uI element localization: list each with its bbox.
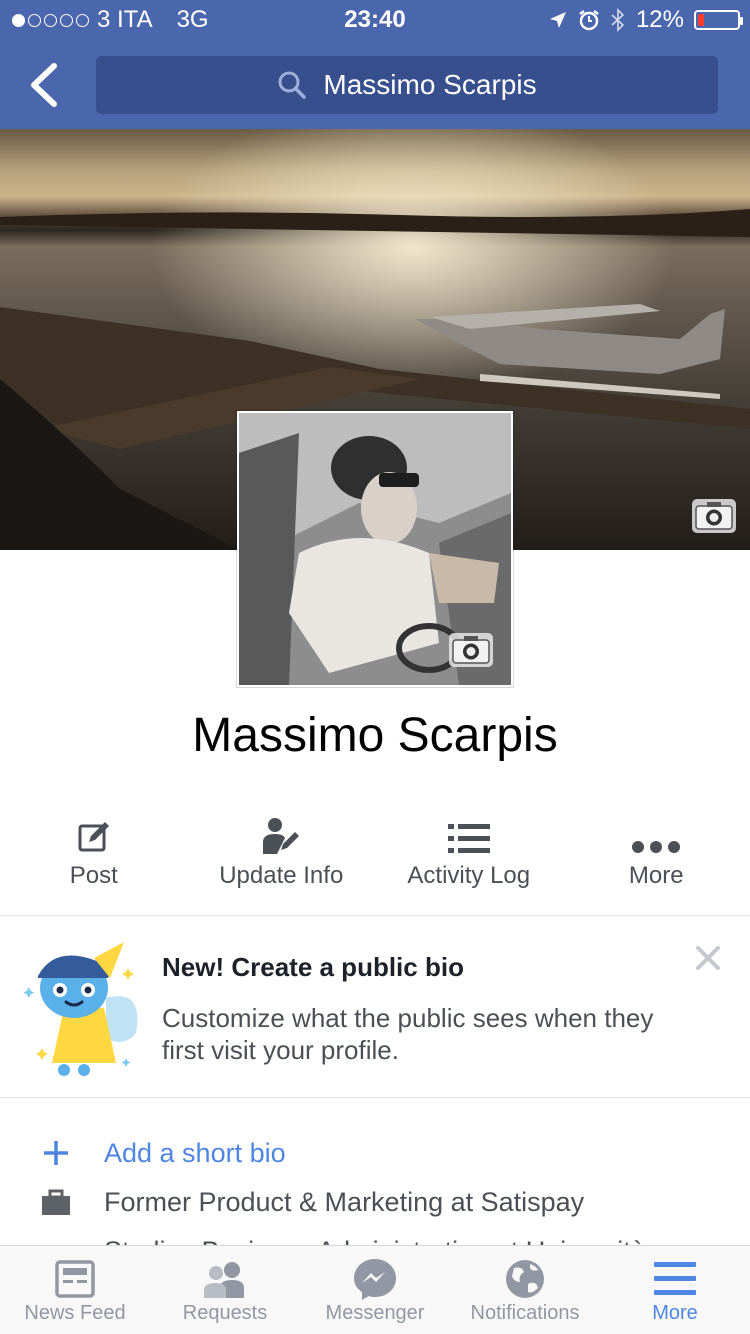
messenger-icon [354,1259,396,1300]
update-info-button[interactable]: Update Info [188,800,376,915]
activity-log-label: Activity Log [407,862,531,889]
tab-news-feed-label: News Feed [24,1302,126,1324]
profile-picture[interactable] [237,411,513,687]
activity-log-button[interactable]: Activity Log [375,800,563,915]
cover-camera-button[interactable] [692,499,736,533]
battery-icon [694,10,743,30]
edit-icon [78,822,109,852]
close-icon[interactable] [694,944,722,972]
friends-icon [204,1262,244,1298]
search-text: Massimo Scarpis [323,69,537,100]
search-bar[interactable]: Massimo Scarpis [96,56,718,114]
tab-notifications-label: Notifications [470,1302,580,1324]
profile-name: Massimo Scarpis [192,709,558,762]
menu-icon [654,1262,696,1295]
battery-percent: 12% [635,6,684,33]
public-bio-card[interactable]: New! Create a public bio Customize what … [0,916,750,1098]
camera-icon [452,636,490,664]
status-right: 12% [548,6,743,34]
bio-card-description: Customize what the public sees when they… [162,1003,654,1065]
globe-icon [506,1260,544,1298]
update-info-label: Update Info [219,862,344,889]
plus-icon [44,1141,68,1165]
tab-requests-label: Requests [182,1302,268,1324]
work-text: Former Product & Marketing at Satispay [104,1187,585,1217]
education-row: Studies Business Administration at Unive… [0,1226,750,1246]
bio-card-title: New! Create a public bio [162,952,464,982]
tab-bar: News Feed Requests Messenger Notificatio… [0,1245,750,1334]
briefcase-icon [42,1189,70,1215]
tab-more[interactable]: More [600,1246,750,1334]
bluetooth-icon [611,8,625,32]
work-row: Former Product & Marketing at Satispay [0,1177,750,1227]
list-icon [447,824,490,853]
fairy-illustration [24,942,138,1076]
tab-notifications[interactable]: Notifications [450,1246,600,1334]
add-bio-link: Add a short bio [104,1138,286,1168]
post-button[interactable]: Post [0,800,188,915]
more-label: More [628,862,684,889]
post-label: Post [69,862,118,889]
status-bar: 3 ITA 3G 23:40 12% [0,0,750,40]
add-bio-row[interactable]: Add a short bio [0,1128,750,1178]
news-feed-icon [55,1260,95,1298]
profile-camera-button[interactable] [449,633,493,667]
search-icon [278,71,307,99]
nav-header: 3 ITA 3G 23:40 12% Massimo Scarpis [0,0,750,129]
ellipsis-icon [632,841,681,853]
location-icon [549,12,566,28]
tab-news-feed[interactable]: News Feed [0,1246,150,1334]
alarm-icon [579,10,599,31]
back-icon[interactable] [26,62,62,108]
more-button[interactable]: More [563,800,750,915]
tab-messenger-label: Messenger [325,1302,425,1324]
tab-messenger[interactable]: Messenger [300,1246,450,1334]
tab-requests[interactable]: Requests [150,1246,300,1334]
tab-more-label: More [652,1302,698,1324]
camera-icon [695,502,733,530]
profile-actions: Post Update Info Activity Log More [0,800,750,916]
person-edit-icon [263,818,300,854]
